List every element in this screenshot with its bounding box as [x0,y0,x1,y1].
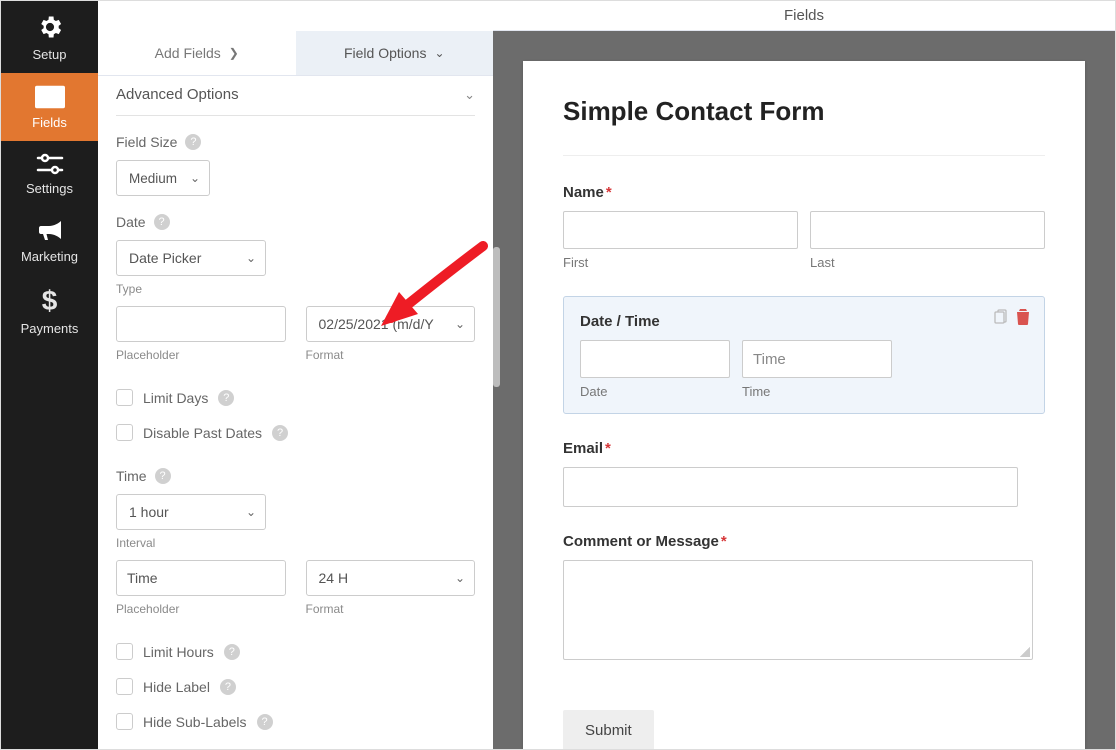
submit-button[interactable]: Submit [563,710,654,749]
sub-label: First [563,255,798,270]
select-value: Date Picker [129,250,201,266]
field-label: Email [563,440,603,457]
time-format-select[interactable]: 24 H [306,560,476,596]
select-value: 24 H [319,570,349,586]
required-mark: * [606,184,612,201]
sub-label: Placeholder [116,348,286,362]
tab-label: Field Options [344,45,426,61]
sub-label: Last [810,255,1045,270]
form-title: Simple Contact Form [563,96,1045,156]
sidebar-item-setup[interactable]: Setup [1,1,98,73]
sidebar-label: Setup [1,47,98,62]
advanced-options-header[interactable]: Advanced Options ⌄ [116,76,475,116]
email-input[interactable] [563,467,1018,507]
sidebar: Setup Fields Settings Marketing $ Paymen… [1,1,98,749]
limit-hours-checkbox[interactable] [116,643,133,660]
sliders-icon [1,153,98,175]
tab-label: Add Fields [155,45,221,61]
help-icon[interactable]: ? [185,134,201,150]
date-placeholder-input[interactable] [116,306,286,342]
sub-label: Type [116,282,475,296]
checkbox-label: Hide Sub-Labels [143,714,247,730]
help-icon[interactable]: ? [218,390,234,406]
duplicate-icon[interactable] [992,309,1008,328]
hide-sub-checkbox[interactable] [116,713,133,730]
scrollbar[interactable] [493,247,500,387]
bullhorn-icon [1,219,98,243]
sub-label: Date [580,384,730,399]
panel-topbar [98,1,493,31]
sidebar-item-payments[interactable]: $ Payments [1,275,98,347]
field-label: Comment or Message [563,533,719,550]
help-icon[interactable]: ? [155,468,171,484]
chevron-down-icon: ⌄ [464,87,475,103]
chevron-right-icon: ❯ [229,46,239,60]
hide-label-checkbox[interactable] [116,678,133,695]
message-field[interactable]: Comment or Message* [563,533,1045,660]
sidebar-label: Settings [1,181,98,196]
title-text: Fields [784,7,824,24]
field-size-select[interactable]: Medium [116,160,210,196]
group-title: Advanced Options [116,86,239,103]
email-field[interactable]: Email* [563,440,1045,507]
chevron-down-icon: ⌄ [434,46,444,60]
sub-label: Time [742,384,892,399]
tab-field-options[interactable]: Field Options ⌄ [296,31,494,75]
preview-title: Fields [493,1,1115,31]
sidebar-label: Marketing [1,249,98,264]
required-mark: * [721,533,727,550]
field-size-label: Field Size [116,134,177,150]
disable-past-checkbox[interactable] [116,424,133,441]
builder-panel: Add Fields ❯ Field Options ⌄ Advanced Op… [98,1,493,749]
help-icon[interactable]: ? [272,425,288,441]
button-label: Submit [585,722,632,739]
placeholder-text: Time [753,351,786,368]
time-placeholder-input[interactable] [116,560,286,596]
help-icon[interactable]: ? [224,644,240,660]
first-name-input[interactable] [563,211,798,249]
time-interval-select[interactable]: 1 hour [116,494,266,530]
list-icon [1,85,98,109]
help-icon[interactable]: ? [154,214,170,230]
sub-label: Format [306,348,476,362]
date-format-select[interactable]: 02/25/2021 (m/d/Y [306,306,476,342]
time-label: Time [116,468,147,484]
checkbox-label: Limit Days [143,390,208,406]
date-input[interactable] [580,340,730,378]
checkbox-label: Limit Hours [143,644,214,660]
select-value: Medium [129,171,177,186]
gear-icon [1,13,98,41]
datetime-field-selected[interactable]: Date / Time Date Time Time [563,296,1045,414]
field-label: Date / Time [580,313,660,330]
last-name-input[interactable] [810,211,1045,249]
sidebar-item-settings[interactable]: Settings [1,141,98,207]
date-type-select[interactable]: Date Picker [116,240,266,276]
tab-add-fields[interactable]: Add Fields ❯ [98,31,296,75]
sidebar-label: Fields [1,115,98,130]
limit-days-checkbox[interactable] [116,389,133,406]
message-textarea[interactable] [563,560,1033,660]
select-value: 02/25/2021 (m/d/Y [319,316,434,332]
checkbox-label: Hide Label [143,679,210,695]
preview-area: Fields Simple Contact Form Name* First L… [493,1,1115,749]
time-input[interactable]: Time [742,340,892,378]
name-field[interactable]: Name* First Last [563,184,1045,270]
field-label: Name [563,184,604,201]
checkbox-label: Disable Past Dates [143,425,262,441]
sub-label: Placeholder [116,602,286,616]
select-value: 1 hour [129,504,169,520]
sidebar-label: Payments [1,321,98,336]
sidebar-item-fields[interactable]: Fields [1,73,98,141]
sub-label: Format [306,602,476,616]
required-mark: * [605,440,611,457]
help-icon[interactable]: ? [257,714,273,730]
sidebar-item-marketing[interactable]: Marketing [1,207,98,275]
sub-label: Interval [116,536,475,550]
date-label: Date [116,214,146,230]
dollar-icon: $ [1,287,98,315]
trash-icon[interactable] [1016,309,1030,328]
help-icon[interactable]: ? [220,679,236,695]
